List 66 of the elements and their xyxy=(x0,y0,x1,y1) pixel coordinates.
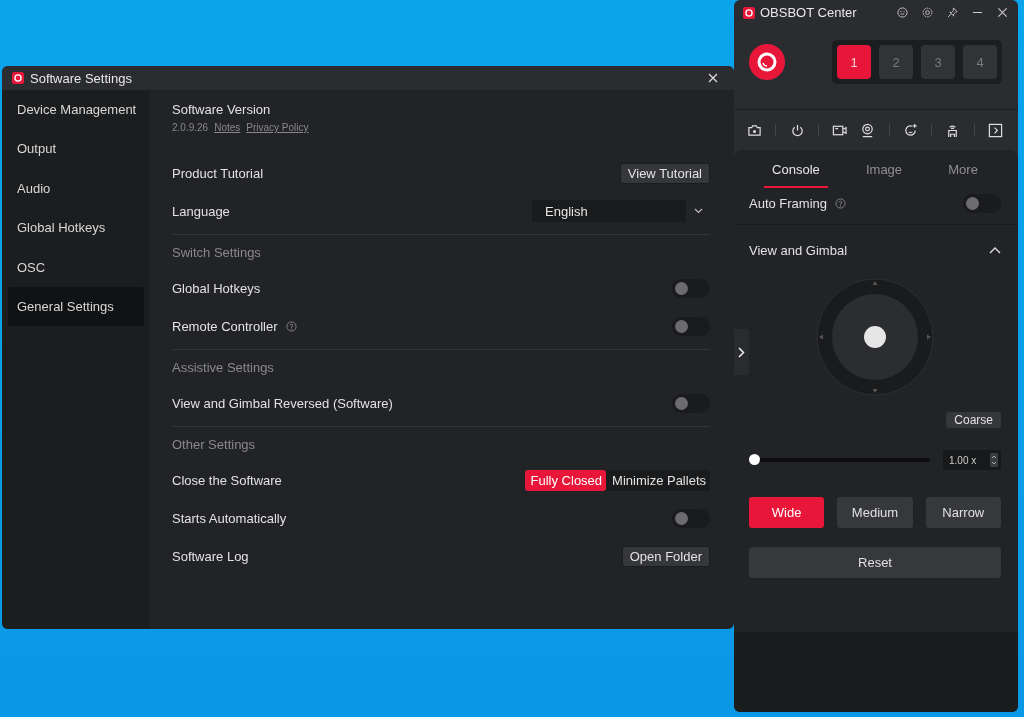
help-icon[interactable] xyxy=(835,197,847,209)
toggle-switch[interactable] xyxy=(672,508,710,528)
chevron-down-icon xyxy=(693,208,703,214)
close-icon[interactable] xyxy=(997,7,1008,18)
link[interactable]: Privacy Policy xyxy=(246,122,309,133)
action-button[interactable]: Open Folder xyxy=(621,545,710,567)
joystick-control[interactable] xyxy=(816,278,934,396)
power-icon[interactable] xyxy=(789,122,805,138)
sidebar-item[interactable]: Device Management xyxy=(8,90,144,130)
setting-label: Product Tutorial xyxy=(172,165,264,181)
setting-label: Global Hotkeys xyxy=(172,280,261,296)
zoom-input[interactable]: 1.00 x xyxy=(943,450,1001,470)
reset-button[interactable]: Reset xyxy=(749,547,1001,578)
toggle-switch[interactable] xyxy=(963,193,1001,213)
section-header: Assistive Settings xyxy=(172,359,274,375)
setting-label: View and Gimbal Reversed (Software) xyxy=(172,395,393,411)
tab[interactable]: Console xyxy=(764,156,828,188)
fov-button[interactable]: Narrow xyxy=(925,497,1001,528)
toggle-switch[interactable] xyxy=(672,393,710,413)
tab[interactable]: More xyxy=(940,156,986,188)
close-icon[interactable] xyxy=(708,73,718,83)
sidebar-item[interactable]: Output xyxy=(8,129,144,169)
face-refresh-icon[interactable] xyxy=(902,122,918,138)
settings-icon[interactable] xyxy=(922,7,933,18)
sidebar-item[interactable]: Global Hotkeys xyxy=(8,208,144,248)
app-logo-icon xyxy=(743,6,755,19)
sidebar-toggle-icon[interactable] xyxy=(987,122,1003,138)
dropdown-value: English xyxy=(545,203,589,219)
sidebar-item[interactable]: OSC xyxy=(8,247,144,287)
setting-label: Language xyxy=(172,203,230,219)
coarse-button[interactable]: Coarse xyxy=(946,412,1001,428)
segment-option[interactable]: Minimize Pallets xyxy=(606,469,710,491)
setting-label: Auto Framing xyxy=(749,195,828,211)
expand-tab[interactable] xyxy=(734,329,749,375)
section-title: View and Gimbal xyxy=(749,242,848,258)
action-button[interactable]: View Tutorial xyxy=(619,162,710,184)
brand-logo-icon xyxy=(749,44,785,80)
toggle-switch[interactable] xyxy=(672,316,710,336)
section-header: Other Settings xyxy=(172,436,256,452)
toggle-switch[interactable] xyxy=(672,278,710,298)
setting-label: Software Log xyxy=(172,548,249,564)
pin-icon[interactable] xyxy=(947,7,958,18)
help-icon[interactable] xyxy=(285,320,297,332)
setting-label: Software Version xyxy=(172,102,272,117)
camera-icon[interactable] xyxy=(747,122,762,138)
fov-button[interactable]: Medium xyxy=(837,497,913,528)
segment-option[interactable]: Fully Closed xyxy=(524,469,607,491)
setting-label: Remote Controller xyxy=(172,318,278,334)
version-number: 2.0.9.26 xyxy=(172,122,209,133)
chevron-right-icon xyxy=(738,346,745,358)
section-header: Switch Settings xyxy=(172,244,261,260)
tab[interactable]: Image xyxy=(857,156,911,188)
window-title: OBSBOT Center xyxy=(760,5,857,20)
spinner-arrows-icon[interactable] xyxy=(990,453,998,467)
link[interactable]: Notes xyxy=(214,122,241,133)
setting-label: Close the Software xyxy=(172,472,282,488)
fov-button[interactable]: Wide xyxy=(749,497,825,528)
webcam-icon[interactable] xyxy=(860,122,876,138)
app-logo-icon xyxy=(12,72,24,84)
smiley-icon[interactable] xyxy=(897,7,908,18)
window-title: Software Settings xyxy=(30,70,132,86)
chevron-up-icon[interactable] xyxy=(989,246,1001,254)
sidebar-item[interactable]: Audio xyxy=(8,168,144,209)
setting-label: Starts Automatically xyxy=(172,510,287,526)
language-dropdown[interactable]: English xyxy=(532,200,710,222)
sidebar-item[interactable]: General Settings xyxy=(8,286,144,327)
